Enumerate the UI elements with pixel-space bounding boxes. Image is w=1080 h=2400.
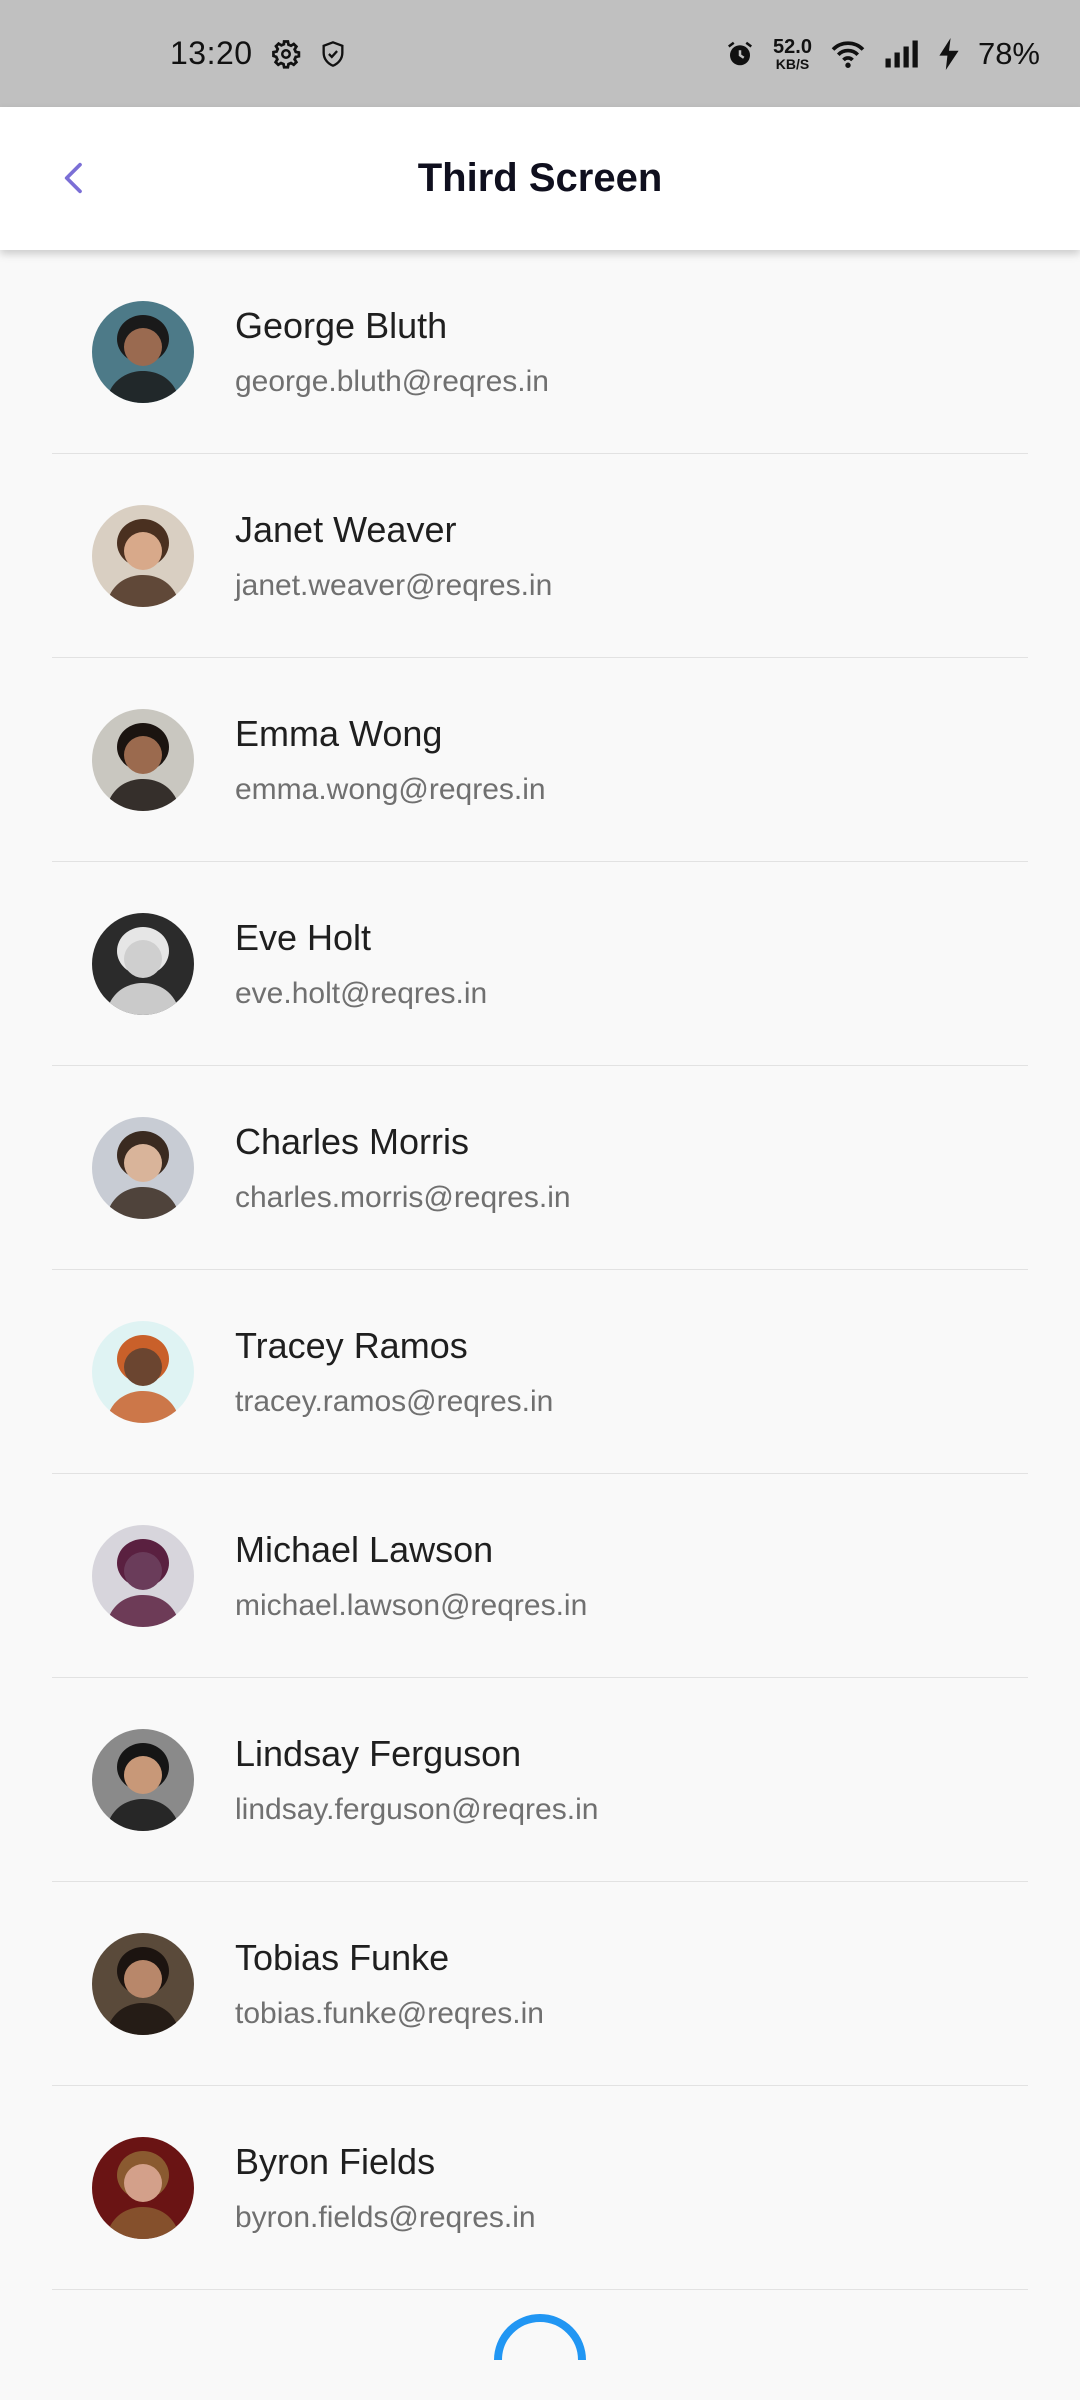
network-speed-unit: KB/S bbox=[775, 55, 810, 72]
user-info: Emma Wong emma.wong@reqres.in bbox=[235, 713, 546, 807]
chevron-left-icon bbox=[64, 162, 82, 194]
user-list-item[interactable]: Lindsay Ferguson lindsay.ferguson@reqres.… bbox=[52, 1678, 1028, 1882]
user-list-item[interactable]: Janet Weaver janet.weaver@reqres.in bbox=[52, 454, 1028, 658]
user-list-item[interactable]: Tobias Funke tobias.funke@reqres.in bbox=[52, 1882, 1028, 2086]
page-title: Third Screen bbox=[417, 156, 663, 200]
user-avatar bbox=[92, 708, 194, 811]
user-name: Byron Fields bbox=[235, 2140, 436, 2182]
user-email: emma.wong@reqres.in bbox=[235, 772, 546, 806]
charging-icon bbox=[938, 37, 960, 70]
user-info: George Bluth george.bluth@reqres.in bbox=[235, 305, 549, 399]
user-avatar bbox=[92, 2136, 194, 2239]
user-email: eve.holt@reqres.in bbox=[235, 976, 488, 1010]
user-email: charles.morris@reqres.in bbox=[235, 1180, 571, 1214]
status-bar: 13:20 52.0 KB/S 78% bbox=[0, 0, 1080, 107]
user-name: Tracey Ramos bbox=[235, 1324, 468, 1366]
status-right: 52.0 KB/S 78% bbox=[725, 36, 1040, 72]
loading-spinner bbox=[494, 2314, 586, 2361]
user-avatar bbox=[92, 1320, 194, 1423]
user-avatar bbox=[92, 1728, 194, 1831]
settings-icon bbox=[271, 39, 301, 69]
user-avatar bbox=[92, 1116, 194, 1219]
network-speed: 52.0 KB/S bbox=[773, 37, 812, 71]
user-list-item[interactable]: Emma Wong emma.wong@reqres.in bbox=[52, 658, 1028, 862]
battery-percentage: 78% bbox=[977, 35, 1040, 71]
user-avatar bbox=[92, 300, 194, 403]
alarm-icon bbox=[725, 39, 755, 69]
user-name: Tobias Funke bbox=[235, 1936, 450, 1978]
user-info: Lindsay Ferguson lindsay.ferguson@reqres.… bbox=[235, 1733, 598, 1827]
user-avatar bbox=[92, 504, 194, 607]
user-email: lindsay.ferguson@reqres.in bbox=[235, 1792, 599, 1826]
user-info: Tracey Ramos tracey.ramos@reqres.in bbox=[235, 1325, 553, 1419]
network-speed-value: 52.0 bbox=[773, 35, 812, 58]
status-left: 13:20 bbox=[170, 35, 347, 72]
shield-icon bbox=[319, 40, 347, 68]
user-info: Eve Holt eve.holt@reqres.in bbox=[235, 917, 487, 1011]
user-info: Janet Weaver janet.weaver@reqres.in bbox=[235, 509, 552, 603]
user-email: tracey.ramos@reqres.in bbox=[235, 1384, 554, 1418]
user-list-item[interactable]: Michael Lawson michael.lawson@reqres.in bbox=[52, 1474, 1028, 1678]
wifi-icon bbox=[830, 39, 866, 69]
user-list-item[interactable]: George Bluth george.bluth@reqres.in bbox=[52, 250, 1028, 454]
app-bar: Third Screen bbox=[0, 107, 1080, 250]
user-name: Emma Wong bbox=[235, 712, 443, 754]
back-button[interactable] bbox=[40, 143, 110, 213]
user-email: tobias.funke@reqres.in bbox=[235, 1996, 544, 2030]
signal-icon bbox=[884, 40, 920, 68]
user-info: Charles Morris charles.morris@reqres.in bbox=[235, 1121, 571, 1215]
user-email: michael.lawson@reqres.in bbox=[235, 1588, 588, 1622]
user-info: Michael Lawson michael.lawson@reqres.in bbox=[235, 1529, 587, 1623]
user-list-item[interactable]: Eve Holt eve.holt@reqres.in bbox=[52, 862, 1028, 1066]
user-email: george.bluth@reqres.in bbox=[235, 364, 549, 398]
user-name: Janet Weaver bbox=[235, 508, 457, 550]
user-avatar bbox=[92, 1524, 194, 1627]
user-name: George Bluth bbox=[235, 304, 448, 346]
user-info: Byron Fields byron.fields@reqres.in bbox=[235, 2141, 536, 2235]
user-info: Tobias Funke tobias.funke@reqres.in bbox=[235, 1937, 544, 2031]
user-avatar bbox=[92, 1932, 194, 2035]
user-list-item[interactable]: Tracey Ramos tracey.ramos@reqres.in bbox=[52, 1270, 1028, 1474]
user-list-item[interactable]: Byron Fields byron.fields@reqres.in bbox=[52, 2086, 1028, 2290]
user-name: Lindsay Ferguson bbox=[235, 1732, 522, 1774]
user-email: janet.weaver@reqres.in bbox=[235, 568, 553, 602]
user-name: Charles Morris bbox=[235, 1120, 470, 1162]
user-list[interactable]: George Bluth george.bluth@reqres.in Janet … bbox=[0, 250, 1080, 2290]
user-list-item[interactable]: Charles Morris charles.morris@reqres.in bbox=[52, 1066, 1028, 1270]
status-time: 13:20 bbox=[170, 35, 253, 71]
user-email: byron.fields@reqres.in bbox=[235, 2200, 536, 2234]
user-avatar bbox=[92, 912, 194, 1015]
user-name: Michael Lawson bbox=[235, 1528, 494, 1570]
user-name: Eve Holt bbox=[235, 916, 372, 958]
